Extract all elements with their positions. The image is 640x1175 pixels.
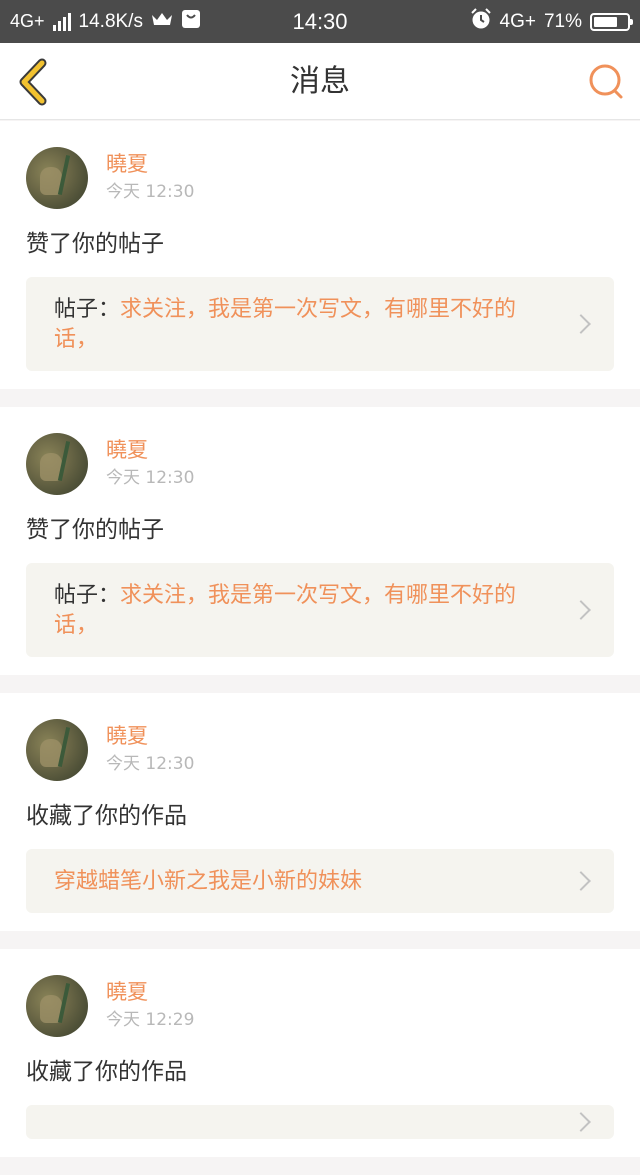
battery-level — [594, 16, 617, 27]
search-icon — [589, 64, 623, 99]
alarm-icon — [470, 7, 492, 36]
reference-title: 求关注，我是第一次写文，有哪里不好的话， — [54, 297, 517, 352]
timestamp: 今天 12:30 — [106, 468, 195, 488]
work-reference[interactable]: 穿越蜡笔小新之我是小新的妹妹 — [26, 849, 614, 913]
action-text: 赞了你的帖子 — [26, 231, 164, 257]
avatar[interactable] — [26, 433, 88, 495]
message-card: 曉夏 今天 12:30 收藏了你的作品 穿越蜡笔小新之我是小新的妹妹 — [0, 693, 640, 931]
reference-prefix: 帖子： — [54, 297, 121, 322]
message-header: 曉夏 今天 12:30 — [26, 147, 614, 209]
reference-text: 穿越蜡笔小新之我是小新的妹妹 — [54, 867, 554, 897]
network-type-right: 4G+ — [499, 10, 536, 32]
message-list: 曉夏 今天 12:30 赞了你的帖子 帖子：求关注，我是第一次写文，有哪里不好的… — [0, 121, 640, 1175]
nav-bar: 消息 — [0, 43, 640, 120]
chevron-right-icon — [571, 600, 591, 620]
status-right: 4G+ 71% — [470, 0, 633, 43]
user-meta: 曉夏 今天 12:30 — [106, 723, 194, 777]
reference-title: 求关注，我是第一次写文，有哪里不好的话， — [54, 583, 517, 638]
post-reference[interactable]: 帖子：求关注，我是第一次写文，有哪里不好的话， — [26, 277, 614, 371]
chevron-right-icon — [571, 871, 591, 891]
status-bar: 4G+ 14.8K/s 14:30 4G+ 71% — [0, 0, 640, 43]
reference-text: 帖子：求关注，我是第一次写文，有哪里不好的话， — [54, 295, 554, 355]
user-meta: 曉夏 今天 12:30 — [106, 151, 194, 205]
battery-icon — [590, 12, 633, 31]
username[interactable]: 曉夏 — [106, 723, 194, 749]
username[interactable]: 曉夏 — [106, 979, 194, 1005]
message-card: 曉夏 今天 12:30 赞了你的帖子 帖子：求关注，我是第一次写文，有哪里不好的… — [0, 121, 640, 389]
username[interactable]: 曉夏 — [106, 151, 194, 177]
user-meta: 曉夏 今天 12:29 — [106, 979, 194, 1033]
user-meta: 曉夏 今天 12:30 — [106, 437, 194, 491]
reference-text: 帖子：求关注，我是第一次写文，有哪里不好的话， — [54, 581, 554, 641]
search-button[interactable] — [586, 61, 626, 101]
message-header: 曉夏 今天 12:30 — [26, 719, 614, 781]
avatar[interactable] — [26, 719, 88, 781]
reference-prefix: 帖子： — [54, 583, 121, 608]
reference-title: 穿越蜡笔小新之我是小新的妹妹 — [54, 869, 363, 894]
action-text: 赞了你的帖子 — [26, 517, 164, 543]
message-card: 曉夏 今天 12:30 赞了你的帖子 帖子：求关注，我是第一次写文，有哪里不好的… — [0, 407, 640, 675]
chevron-right-icon — [571, 1112, 591, 1132]
battery-percent: 71% — [543, 10, 582, 32]
action-text: 收藏了你的作品 — [26, 803, 187, 829]
page-title: 消息 — [290, 64, 350, 99]
timestamp: 今天 12:29 — [106, 1010, 195, 1030]
avatar[interactable] — [26, 147, 88, 209]
chevron-right-icon — [571, 314, 591, 334]
message-card: 曉夏 今天 12:29 收藏了你的作品 — [0, 949, 640, 1157]
timestamp: 今天 12:30 — [106, 182, 195, 202]
message-header: 曉夏 今天 12:29 — [26, 975, 614, 1037]
timestamp: 今天 12:30 — [106, 754, 195, 774]
action-text: 收藏了你的作品 — [26, 1059, 187, 1085]
work-reference[interactable] — [26, 1105, 614, 1139]
post-reference[interactable]: 帖子：求关注，我是第一次写文，有哪里不好的话， — [26, 563, 614, 657]
message-header: 曉夏 今天 12:30 — [26, 433, 614, 495]
avatar[interactable] — [26, 975, 88, 1037]
username[interactable]: 曉夏 — [106, 437, 194, 463]
